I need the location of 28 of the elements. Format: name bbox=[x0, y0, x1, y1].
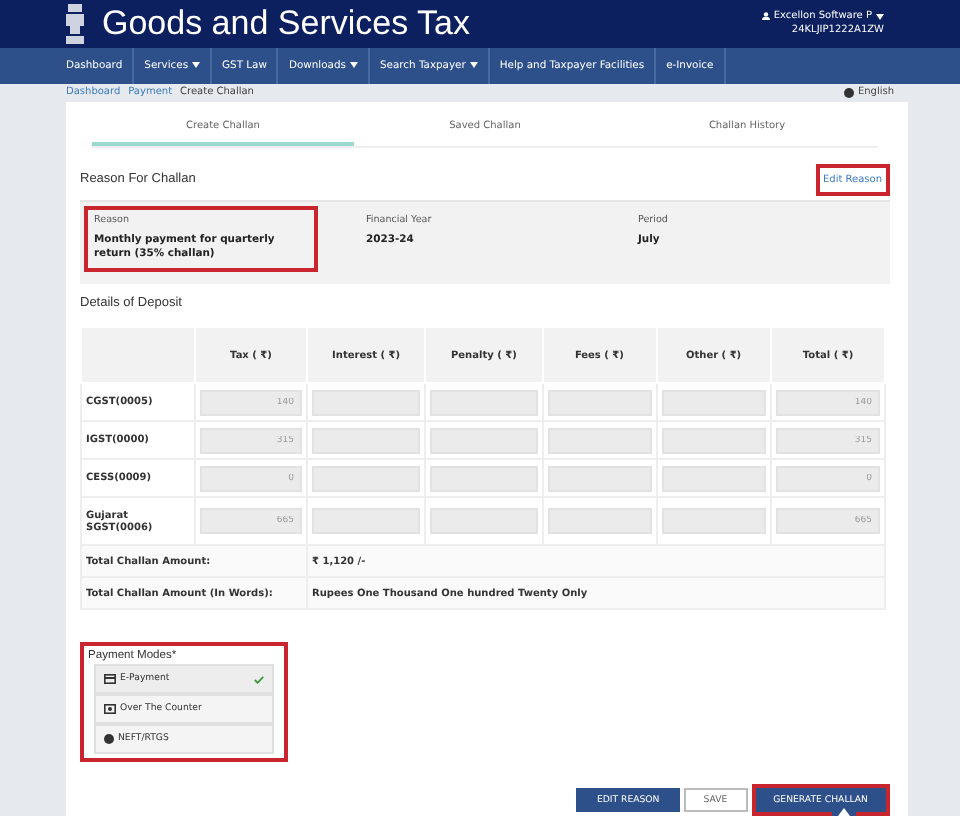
amount-field[interactable] bbox=[312, 427, 421, 453]
amount-field[interactable] bbox=[661, 508, 767, 534]
amount-field[interactable] bbox=[430, 389, 538, 415]
amount-field[interactable] bbox=[312, 389, 421, 415]
amount-field[interactable] bbox=[661, 465, 767, 491]
amount-field[interactable] bbox=[547, 389, 652, 415]
caret-icon bbox=[876, 13, 884, 20]
globe-icon bbox=[104, 734, 114, 744]
globe-icon bbox=[843, 87, 854, 98]
emblem-icon bbox=[64, 1, 86, 46]
caret-icon bbox=[469, 62, 478, 69]
amount-field[interactable] bbox=[430, 508, 538, 534]
caret-icon bbox=[349, 62, 358, 69]
site-title: Goods and Services Tax bbox=[102, 3, 470, 44]
amount-field[interactable] bbox=[547, 508, 652, 534]
amount-field[interactable] bbox=[661, 389, 767, 415]
amount-field[interactable] bbox=[661, 427, 767, 453]
amount-field[interactable] bbox=[547, 427, 652, 453]
check-icon bbox=[254, 675, 264, 683]
banknote-icon bbox=[104, 704, 116, 714]
amount-field[interactable] bbox=[430, 465, 538, 491]
amount-field[interactable] bbox=[430, 427, 538, 453]
amount-field[interactable] bbox=[312, 465, 421, 491]
card-icon bbox=[104, 674, 116, 684]
amount-field[interactable] bbox=[312, 508, 421, 534]
amount-field[interactable] bbox=[547, 465, 652, 491]
user-icon bbox=[761, 12, 770, 21]
caret-icon bbox=[192, 62, 201, 69]
